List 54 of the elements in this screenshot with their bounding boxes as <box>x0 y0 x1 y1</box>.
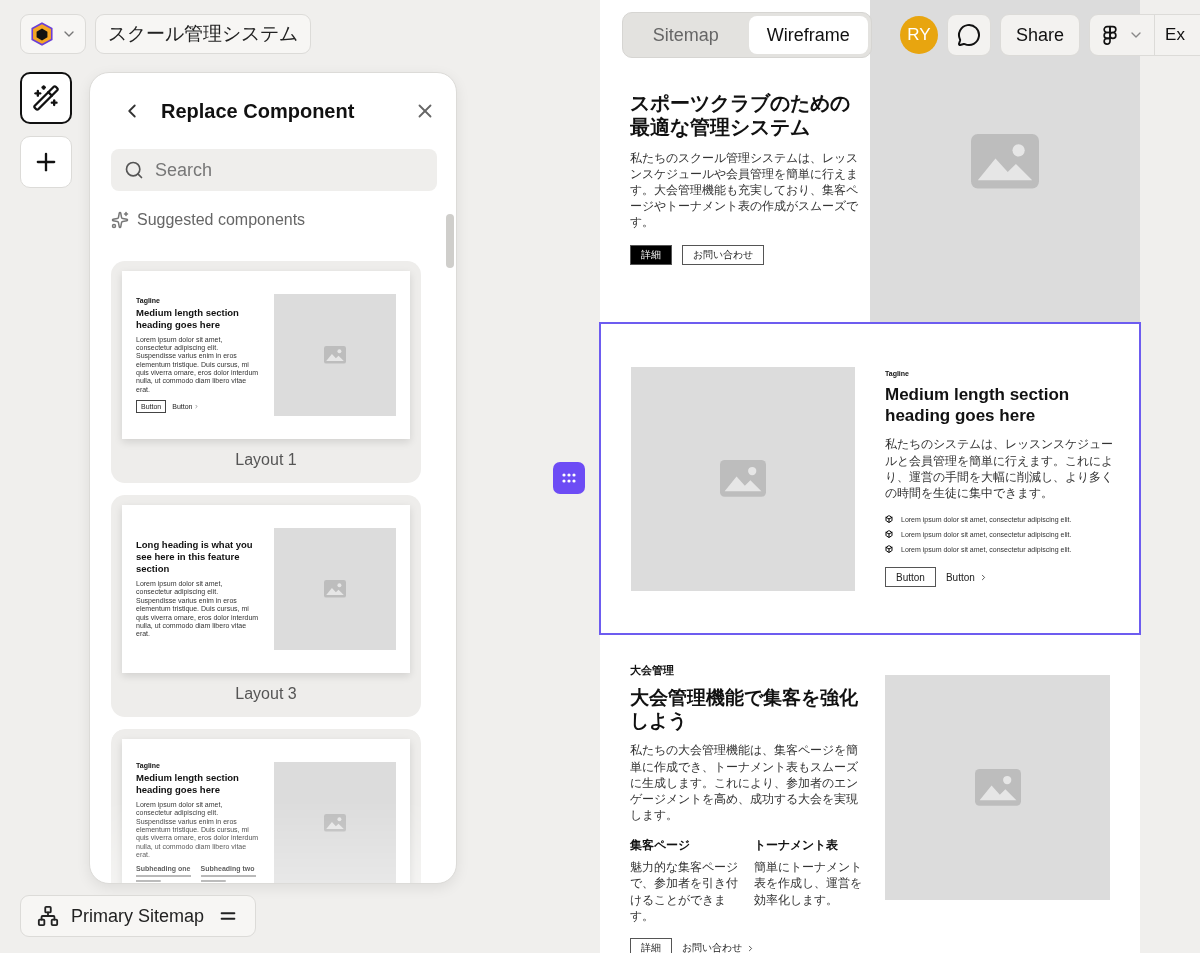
panel-title: Replace Component <box>161 99 356 123</box>
view-tab[interactable]: Wireframe <box>748 16 868 54</box>
sparkle-icon <box>111 211 129 229</box>
cube-logo-icon <box>29 21 55 47</box>
secondary-button[interactable]: お問い合わせ <box>682 244 764 265</box>
section-text: 私たちのスクール管理システムは、レッスンスケジュールや会員管理を簡単に行えます。大会管理機能も充実しており、集客ページやトーナメント表の作成がスムーズです。 <box>630 149 859 231</box>
image-placeholder-icon <box>324 814 346 833</box>
sitemap-label: Primary Sitemap <box>71 905 205 927</box>
thumbnail-heading: Medium length section heading goes here <box>136 306 240 331</box>
app-menu-button[interactable] <box>20 14 86 54</box>
image-placeholder-icon <box>971 134 1039 189</box>
chevron-right-icon <box>746 943 755 953</box>
column-text: 魅力的な集客ページで、参加者を引き付けることができます。 <box>630 859 739 925</box>
ai-tool-button[interactable] <box>20 72 72 124</box>
section-text: 私たちのシステムは、レッスンスケジュールと会員管理を簡単に行えます。これにより、運営の手間を大幅に削減し、より多くの時間を生徒に集中できます。 <box>885 436 1114 502</box>
section-heading: 大会管理機能で集客を強化しよう <box>630 686 859 733</box>
search-icon <box>124 160 144 180</box>
view-tab[interactable]: Sitemap <box>626 16 746 54</box>
tagline: 大会管理 <box>630 663 675 678</box>
cube-icon <box>885 515 893 524</box>
text-lines-drawing <box>136 874 191 883</box>
secondary-button[interactable]: Button <box>885 567 936 588</box>
column-text: 簡単にトーナメント表を作成し、運営を効率化します。 <box>753 859 863 908</box>
share-button[interactable]: Share <box>1000 14 1081 56</box>
scrollbar[interactable] <box>446 214 454 268</box>
primary-button[interactable]: 詳細 <box>630 244 672 265</box>
thumbnail-heading: Long heading is what you see here in this feature section <box>136 539 254 575</box>
section-heading: スポーツクラブのための最適な管理システム <box>630 92 851 140</box>
image-placeholder-icon <box>720 460 766 497</box>
image-placeholder-icon <box>324 346 346 364</box>
image-placeholder-icon <box>324 580 346 598</box>
feature-section[interactable]: 大会管理 大会管理機能で集客を強化しよう 私たちの大会管理機能は、集客ページを簡単に作成でき、トーナメント表もスムーズに生成します。これにより、参加者のエンゲージメントを高め、成功する大会を実現します。 集客ページ 魅力的な集客ページで、参加者を引き付けることができます。 トーナメント表 簡単にトーナメント表を作成し、運営を効率化します。 詳細 お問い合わせ <box>600 634 1140 953</box>
sitemap-icon <box>37 905 59 927</box>
cube-icon <box>885 545 893 554</box>
comment-icon <box>957 23 981 47</box>
search-field[interactable]: Search <box>111 149 437 191</box>
secondary-button[interactable]: 詳細 <box>630 938 672 953</box>
column-heading: トーナメント表 <box>753 837 839 855</box>
add-button[interactable] <box>20 136 72 188</box>
magic-wand-icon <box>32 84 60 112</box>
cube-icon <box>885 530 893 539</box>
sitemap-button[interactable]: Primary Sitemap <box>20 895 256 937</box>
grid-dots-icon <box>562 473 576 483</box>
drag-handle[interactable] <box>553 462 585 494</box>
column-heading: 集客ページ <box>630 837 691 855</box>
section-heading: Medium length section heading goes here <box>885 384 1071 427</box>
thumbnail-heading: Medium length section heading goes here <box>136 772 240 796</box>
section-text: 私たちの大会管理機能は、集客ページを簡単に作成でき、トーナメント表もスムーズに生成します。これにより、参加者のエンゲージメントを高め、成功する大会を実現します。 <box>630 742 859 824</box>
chevron-right-icon <box>193 404 199 410</box>
image-placeholder-icon <box>974 769 1021 806</box>
section-label: Suggested components <box>137 211 306 229</box>
project-name-button[interactable]: スクール管理システム <box>95 14 311 54</box>
text-lines-drawing <box>200 874 256 883</box>
comments-button[interactable] <box>947 14 991 56</box>
